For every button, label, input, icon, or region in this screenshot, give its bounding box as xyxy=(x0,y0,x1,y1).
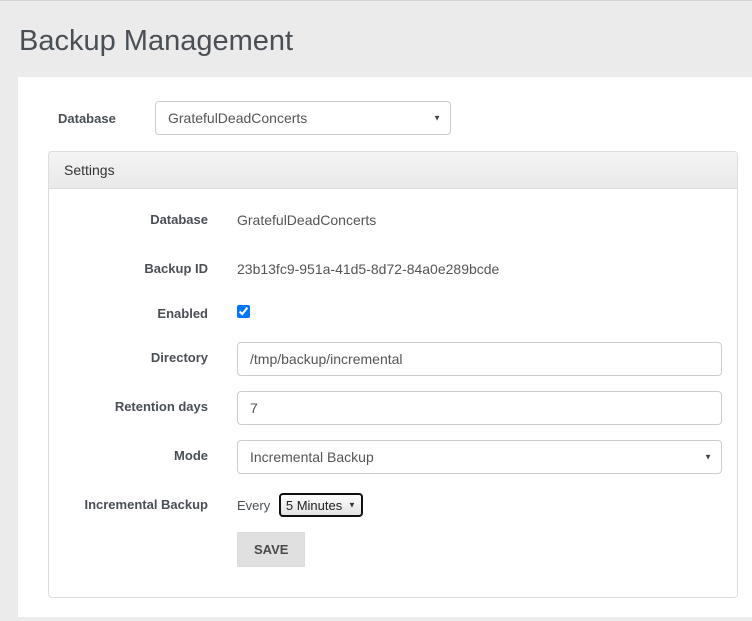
retention-days-input[interactable] xyxy=(237,391,722,425)
settings-panel-body: Database GratefulDeadConcerts Backup ID … xyxy=(49,189,737,597)
interval-select-wrap: 5 Minutes ▼ xyxy=(279,493,363,517)
settings-panel-header: Settings xyxy=(49,152,737,189)
database-select-wrap: GratefulDeadConcerts ▼ xyxy=(155,101,451,135)
mode-select-wrap: Incremental Backup ▼ xyxy=(237,440,722,474)
enabled-row: Enabled xyxy=(64,302,722,327)
database-select[interactable]: GratefulDeadConcerts xyxy=(155,101,451,135)
mode-row: Mode Incremental Backup ▼ xyxy=(64,440,722,474)
directory-label: Directory xyxy=(64,342,208,376)
save-button[interactable]: SAVE xyxy=(237,532,305,567)
directory-row: Directory xyxy=(64,342,722,376)
mode-select[interactable]: Incremental Backup xyxy=(237,440,722,474)
save-row: SAVE xyxy=(237,532,722,567)
page-title: Backup Management xyxy=(0,1,752,77)
directory-input[interactable] xyxy=(237,342,722,376)
database-label: Database xyxy=(64,204,208,238)
retention-days-label: Retention days xyxy=(64,391,208,425)
database-value: GratefulDeadConcerts xyxy=(237,204,722,238)
retention-days-row: Retention days xyxy=(64,391,722,425)
backup-id-value: 23b13fc9-951a-41d5-8d72-84a0e289bcde xyxy=(237,253,722,287)
incremental-backup-label: Incremental Backup xyxy=(64,489,208,517)
enabled-label: Enabled xyxy=(64,302,208,327)
database-selector-row: Database GratefulDeadConcerts ▼ xyxy=(33,101,738,135)
incremental-backup-row: Incremental Backup Every 5 Minutes ▼ xyxy=(64,489,722,517)
backup-id-label: Backup ID xyxy=(64,253,208,287)
backup-id-row: Backup ID 23b13fc9-951a-41d5-8d72-84a0e2… xyxy=(64,253,722,287)
database-selector-label: Database xyxy=(58,111,124,126)
content-card: Database GratefulDeadConcerts ▼ Settings… xyxy=(18,77,752,617)
interval-select[interactable]: 5 Minutes xyxy=(279,493,363,517)
every-label: Every xyxy=(237,498,270,513)
settings-panel: Settings Database GratefulDeadConcerts B… xyxy=(48,151,738,598)
database-row: Database GratefulDeadConcerts xyxy=(64,204,722,238)
mode-label: Mode xyxy=(64,440,208,474)
enabled-checkbox[interactable] xyxy=(237,305,250,318)
